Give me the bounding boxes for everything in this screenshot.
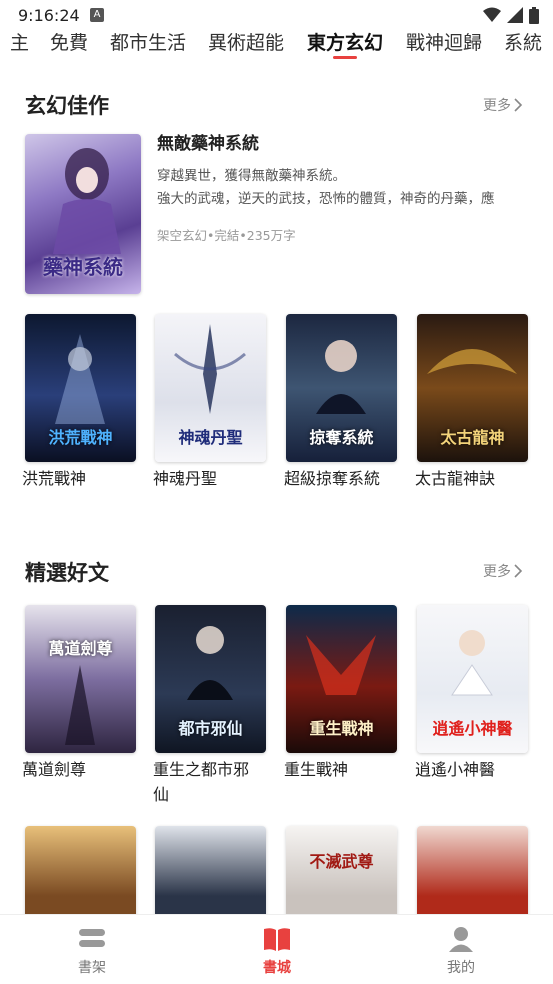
tab-supernatural[interactable]: 異術超能 bbox=[208, 30, 284, 62]
nav-bookshelf[interactable]: 書架 bbox=[52, 925, 132, 977]
status-time: 9:16:24 bbox=[18, 6, 80, 25]
active-tab-indicator bbox=[333, 56, 357, 59]
user-icon bbox=[449, 927, 473, 952]
nav-label: 書城 bbox=[263, 960, 291, 976]
section1-more-link[interactable]: 更多 bbox=[483, 95, 523, 115]
status-bar: 9:16:24 A bbox=[0, 0, 553, 30]
book-title-line: 重生之都市邪 bbox=[153, 760, 250, 779]
cover-title-art: 不滅武尊 bbox=[309, 852, 374, 871]
book-cover[interactable]: 逍遙小神醫 bbox=[417, 605, 528, 753]
section2-more-link[interactable]: 更多 bbox=[483, 561, 523, 581]
book-title[interactable]: 逍遙小神醫 bbox=[415, 757, 495, 782]
tab-urban-life[interactable]: 都市生活 bbox=[110, 30, 186, 62]
featured-book-cover[interactable]: 藥神系統 bbox=[25, 134, 141, 294]
cover-title-art: 逍遙小神醫 bbox=[432, 719, 513, 738]
battery-icon bbox=[529, 6, 539, 24]
tab-free[interactable]: 免費 bbox=[50, 30, 88, 62]
nav-bookstore[interactable]: 書城 bbox=[237, 925, 317, 977]
category-tabs: 主 免費 都市生活 異術超能 東方玄幻 戰神迴歸 系統 bbox=[0, 30, 553, 62]
wifi-icon bbox=[483, 7, 501, 22]
book-title[interactable]: 萬道劍尊 bbox=[22, 757, 86, 782]
featured-book-description: 穿越異世，獲得無敵藥神系統。 強大的武魂，逆天的武技，恐怖的體質，神奇的丹藥，應 bbox=[157, 165, 537, 211]
book-cover[interactable]: 萬道劍尊 bbox=[25, 605, 136, 753]
book-title[interactable]: 太古龍神訣 bbox=[415, 466, 495, 491]
bookshelf-icon bbox=[79, 929, 105, 947]
nav-profile[interactable]: 我的 bbox=[421, 925, 501, 977]
cover-title-art: 都市邪仙 bbox=[178, 719, 243, 738]
book-cover-partial[interactable] bbox=[155, 826, 266, 926]
description-line: 穿越異世，獲得無敵藥神系統。 bbox=[157, 168, 346, 184]
cover-title-art: 太古龍神 bbox=[440, 428, 505, 447]
cover-title-art: 藥神系統 bbox=[43, 255, 123, 279]
book-cover-partial[interactable] bbox=[417, 826, 528, 926]
book-title-multiline[interactable]: 重生之都市邪 仙 bbox=[153, 757, 249, 807]
description-line: 強大的武魂，逆天的武技，恐怖的體質，神奇的丹藥，應 bbox=[157, 191, 495, 207]
cover-title-art: 掠奪系統 bbox=[309, 428, 374, 447]
book-title[interactable]: 重生戰神 bbox=[284, 757, 348, 782]
book-cover-partial[interactable] bbox=[25, 826, 136, 926]
cover-title-art: 洪荒戰神 bbox=[48, 428, 113, 447]
section-title-fantasy-picks: 玄幻佳作 bbox=[25, 94, 109, 118]
cover-title-art: 萬道劍尊 bbox=[48, 639, 113, 658]
featured-book-meta: 架空玄幻•完結•235万字 bbox=[157, 228, 296, 243]
cover-art bbox=[65, 665, 95, 745]
featured-book-title[interactable]: 無敵藥神系統 bbox=[157, 129, 259, 154]
book-cover[interactable]: 神魂丹聖 bbox=[155, 314, 266, 462]
cover-title-art: 神魂丹聖 bbox=[178, 428, 243, 447]
book-title[interactable]: 神魂丹聖 bbox=[153, 466, 217, 491]
open-book-icon bbox=[264, 928, 290, 951]
tab-main[interactable]: 主 bbox=[10, 30, 29, 62]
chevron-right-icon bbox=[514, 98, 523, 112]
section-title-selected-works: 精選好文 bbox=[25, 561, 109, 585]
signal-icon bbox=[507, 7, 523, 23]
book-title[interactable]: 洪荒戰神 bbox=[22, 466, 86, 491]
chevron-right-icon bbox=[514, 564, 523, 578]
more-label: 更多 bbox=[483, 98, 511, 114]
bottom-navigation: 書架 書城 我的 bbox=[0, 914, 553, 984]
book-title[interactable]: 超級掠奪系統 bbox=[284, 466, 380, 491]
notification-icon: A bbox=[90, 8, 104, 22]
book-cover[interactable]: 重生戰神 bbox=[286, 605, 397, 753]
book-cover[interactable]: 太古龍神 bbox=[417, 314, 528, 462]
book-cover[interactable]: 洪荒戰神 bbox=[25, 314, 136, 462]
more-label: 更多 bbox=[483, 564, 511, 580]
nav-label: 書架 bbox=[78, 960, 106, 976]
book-cover[interactable]: 掠奪系統 bbox=[286, 314, 397, 462]
book-title-line: 仙 bbox=[153, 785, 170, 804]
book-cover[interactable]: 都市邪仙 bbox=[155, 605, 266, 753]
nav-label: 我的 bbox=[447, 960, 475, 976]
book-cover-partial[interactable]: 不滅武尊 bbox=[286, 826, 397, 926]
cover-title-art: 重生戰神 bbox=[309, 719, 374, 738]
tab-system[interactable]: 系統 bbox=[504, 30, 542, 62]
system-icons bbox=[483, 6, 539, 24]
tab-war-god[interactable]: 戰神迴歸 bbox=[406, 30, 482, 62]
